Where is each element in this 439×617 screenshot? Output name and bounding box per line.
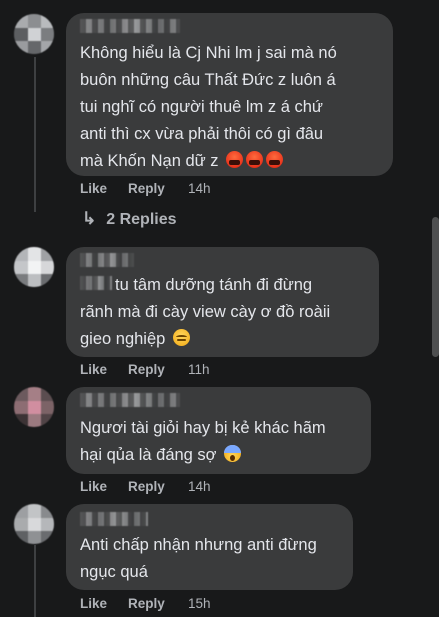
avatar[interactable]: [14, 387, 54, 427]
like-button[interactable]: Like: [80, 479, 107, 494]
thread-line: [34, 57, 36, 212]
downcast-sweat-face-icon: [172, 329, 190, 346]
reply-button[interactable]: Reply: [128, 479, 165, 494]
like-button[interactable]: Like: [80, 181, 107, 196]
avatar[interactable]: [14, 14, 54, 54]
angry-face-icon: [226, 151, 244, 168]
screaming-face-icon: [224, 445, 242, 462]
comment-line: Không hiểu là Cj Nhi lm j sai mà nó: [80, 44, 337, 62]
comment-line-with-emoji: hại qủa là đáng sợ: [80, 442, 242, 469]
like-button[interactable]: Like: [80, 362, 107, 377]
comment-line: Anti chấp nhận nhưng anti đừng: [80, 536, 317, 554]
commenter-name[interactable]: [80, 393, 180, 407]
like-button[interactable]: Like: [80, 596, 107, 611]
comment-line: tu tâm dưỡng tánh đi đừng: [115, 276, 313, 294]
comment-line: tui nghĩ có người thuê lm z á chứ: [80, 98, 323, 116]
commenter-name-part: [80, 276, 112, 290]
commenter-name[interactable]: [80, 512, 148, 526]
reply-button[interactable]: Reply: [128, 362, 165, 377]
timestamp[interactable]: 11h: [188, 362, 210, 377]
commenter-name[interactable]: [80, 253, 134, 267]
reply-button[interactable]: Reply: [128, 596, 165, 611]
comment-line-with-emoji: mà Khốn Nạn dữ z: [80, 148, 284, 175]
thread-line: [34, 545, 36, 617]
comment-line: rãnh mà đi cày view cày ơ đồ roàii: [80, 303, 331, 321]
comment-line: ngục quá: [80, 563, 148, 581]
comment-line: gieo nghiệp: [80, 330, 166, 348]
comment-line-with-emoji: gieo nghiệp: [80, 326, 190, 353]
comment-line: mà Khốn Nạn dữ z: [80, 152, 219, 170]
scrollbar[interactable]: [432, 217, 439, 357]
reply-button[interactable]: Reply: [128, 181, 165, 196]
view-replies-link[interactable]: ↳ 2 Replies: [82, 209, 177, 229]
replies-count: 2 Replies: [106, 211, 177, 228]
angry-face-icon: [246, 151, 264, 168]
timestamp[interactable]: 14h: [188, 181, 211, 196]
comment-line: buôn những câu Thất Đức z luôn á: [80, 71, 336, 89]
avatar[interactable]: [14, 504, 54, 544]
comment-line: hại qủa là đáng sợ: [80, 446, 217, 464]
avatar[interactable]: [14, 247, 54, 287]
commenter-name[interactable]: [80, 19, 180, 33]
reply-arrow-icon: ↳: [82, 209, 97, 228]
timestamp[interactable]: 15h: [188, 596, 211, 611]
angry-face-icon: [266, 151, 284, 168]
comment-line: anti thì cx vừa phải thôi có gì đâu: [80, 125, 324, 143]
timestamp[interactable]: 14h: [188, 479, 211, 494]
comment-line: Ngươi tài giỏi hay bị kẻ khác hãm: [80, 419, 326, 437]
